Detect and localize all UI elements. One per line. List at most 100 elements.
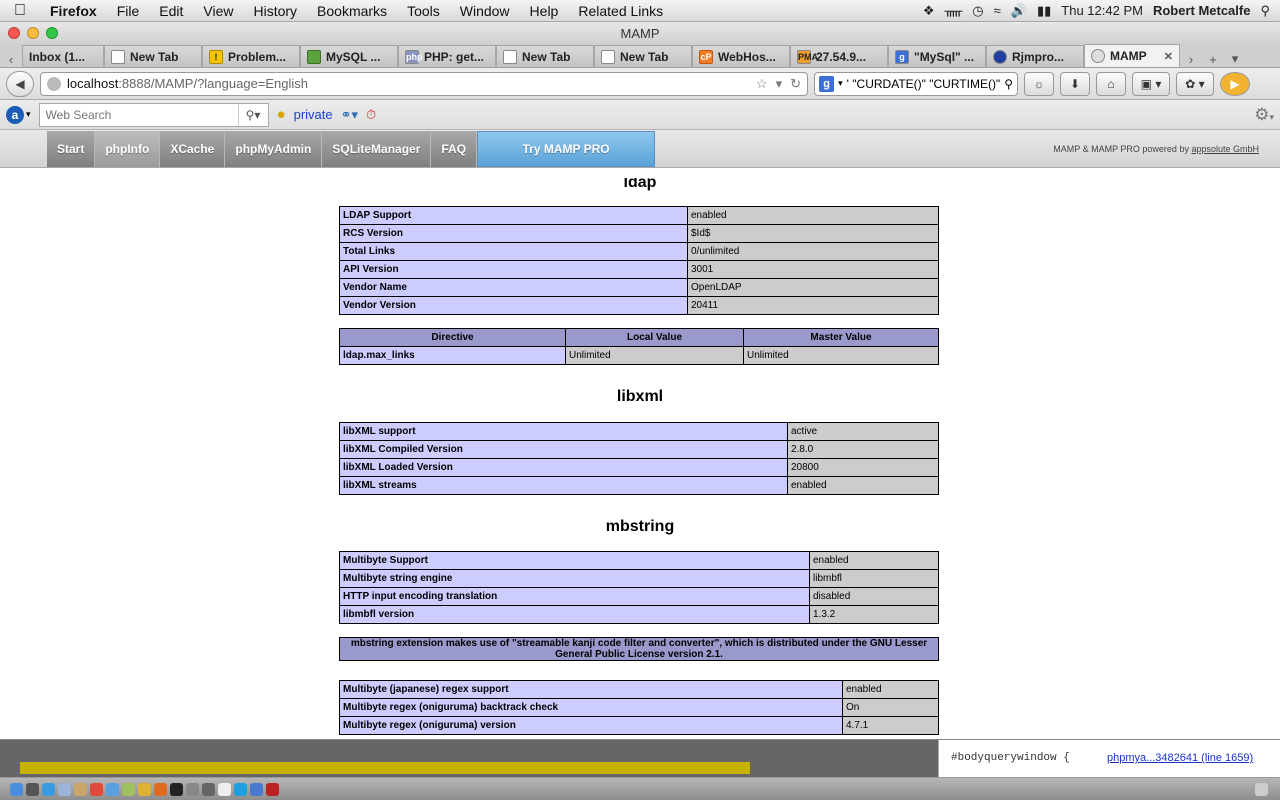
mamp-tab-faq[interactable]: FAQ	[431, 131, 478, 167]
reload-icon[interactable]: ↻	[790, 76, 801, 92]
menu-edit[interactable]: Edit	[149, 3, 193, 19]
preview-icon[interactable]	[122, 782, 135, 796]
calendar-icon[interactable]	[90, 782, 103, 796]
try-mamp-pro-button[interactable]: Try MAMP PRO	[477, 131, 656, 167]
mamp-tab-start[interactable]: Start	[47, 131, 96, 167]
mamp-tab-phpinfo[interactable]: phpInfo	[95, 131, 161, 167]
search-input[interactable]: ' "CURDATE()" "CURTIME()"	[847, 77, 1001, 91]
minimize-window-button[interactable]	[27, 27, 39, 39]
finder-icon[interactable]	[10, 782, 23, 796]
menu-tools[interactable]: Tools	[397, 3, 450, 19]
textedit-icon[interactable]	[218, 782, 231, 796]
battery-icon[interactable]: ▮▮	[1037, 3, 1051, 19]
firefox-icon[interactable]	[154, 782, 167, 796]
search-go-icon[interactable]: ⚲	[1004, 77, 1013, 91]
menu-bookmarks[interactable]: Bookmarks	[307, 3, 397, 19]
gear-icon[interactable]: ⚙▾	[1254, 105, 1274, 125]
system-preferences-icon[interactable]	[186, 782, 199, 796]
url-history-dropdown-icon[interactable]: ▾	[776, 76, 783, 92]
volume-icon[interactable]: 🔊	[1011, 3, 1027, 19]
chrome-icon[interactable]	[138, 782, 151, 796]
trash-icon[interactable]	[1255, 782, 1268, 796]
firebug-icon: ✿ ▾	[1185, 76, 1205, 91]
tab-google-search[interactable]: g "MySql" ...	[888, 45, 986, 67]
url-path: :8888/MAMP/?language=English	[118, 76, 309, 91]
appsolute-link[interactable]: appsolute GmbH	[1191, 144, 1259, 154]
bookmarks-menu-button[interactable]: ▣ ▾	[1132, 71, 1170, 96]
close-window-button[interactable]	[8, 27, 20, 39]
timer-icon[interactable]: ⏱	[366, 107, 376, 123]
search-bar[interactable]: g ▾ ' "CURDATE()" "CURTIME()" ⚲	[814, 71, 1018, 96]
zoom-window-button[interactable]	[46, 27, 58, 39]
site-identity-icon[interactable]	[47, 76, 61, 91]
safari-icon[interactable]	[42, 782, 55, 796]
tab-mysql[interactable]: MySQL ...	[300, 45, 398, 67]
spotlight-icon[interactable]: ⚲	[1260, 3, 1270, 19]
menu-app-name[interactable]: Firefox	[40, 3, 107, 19]
menu-help[interactable]: Help	[520, 3, 569, 19]
tab-phpmyadmin[interactable]: PMA 27.54.9...	[790, 45, 888, 67]
close-tab-icon[interactable]: ✕	[1164, 50, 1173, 63]
mamp-tab-phpmyadmin[interactable]: phpMyAdmin	[225, 131, 323, 167]
private-label[interactable]: private	[294, 107, 333, 122]
column-header: Local Value	[565, 328, 744, 347]
time-machine-icon[interactable]: ◷	[972, 3, 983, 19]
mail-icon[interactable]	[58, 782, 71, 796]
dropbox-icon[interactable]: ❖	[923, 3, 935, 19]
tab-php[interactable]: php PHP: get...	[398, 45, 496, 67]
bluetooth-icon[interactable]: ᚅ	[944, 3, 962, 19]
tab-list-icon[interactable]: ▾	[1224, 51, 1246, 67]
wifi-icon[interactable]: ≈	[994, 3, 1001, 18]
search-engine-dropdown-icon[interactable]: ▾	[838, 78, 843, 89]
private-globe-icon[interactable]: ●	[277, 106, 286, 123]
tab-new-tab[interactable]: New Tab	[104, 45, 202, 67]
bookmark-star-icon[interactable]: ☆	[756, 76, 768, 92]
info-key: libXML support	[339, 422, 788, 441]
menu-file[interactable]: File	[107, 3, 150, 19]
feed-button[interactable]: ▶	[1220, 71, 1250, 96]
user-name[interactable]: Robert Metcalfe	[1153, 3, 1251, 18]
apple-menu-icon[interactable]: 	[0, 2, 40, 20]
new-tab-icon[interactable]: +	[1202, 52, 1224, 67]
menu-related-links[interactable]: Related Links	[568, 3, 673, 19]
dashboard-icon[interactable]	[26, 782, 39, 796]
table-header-row: Directive Local Value Master Value	[339, 328, 939, 347]
mamp-icon[interactable]	[202, 782, 215, 796]
web-search-input[interactable]	[39, 107, 238, 122]
ask-logo-icon[interactable]: a	[6, 105, 24, 124]
tab-new-tab-3[interactable]: New Tab	[594, 45, 692, 67]
tab-inbox[interactable]: Inbox (1...	[22, 45, 104, 67]
filezilla-icon[interactable]	[266, 782, 279, 796]
css-source-link[interactable]: phpmya...3482641 (line 1659)	[1107, 752, 1253, 764]
info-key: Multibyte regex (oniguruma) version	[339, 716, 843, 735]
sync-button[interactable]: ☼	[1024, 71, 1054, 96]
tab-webhost[interactable]: cP WebHos...	[692, 45, 790, 67]
link-icon[interactable]: ⚭▾	[341, 107, 358, 123]
terminal-icon[interactable]	[170, 782, 183, 796]
tab-scroll-right-icon[interactable]: ›	[1180, 52, 1202, 67]
google-search-engine-icon[interactable]: g	[819, 75, 835, 92]
addon-button[interactable]: ✿ ▾	[1176, 71, 1214, 96]
tab-problem[interactable]: ! Problem...	[202, 45, 300, 67]
app-store-icon[interactable]	[250, 782, 263, 796]
menu-view[interactable]: View	[193, 3, 243, 19]
tab-rjmpro[interactable]: Rjmpro...	[986, 45, 1084, 67]
downloads-button[interactable]: ⬇	[1060, 71, 1090, 96]
home-button[interactable]: ⌂	[1096, 71, 1126, 96]
itunes-icon[interactable]	[106, 782, 119, 796]
mamp-tab-xcache[interactable]: XCache	[160, 131, 226, 167]
clock[interactable]: Thu 12:42 PM	[1061, 3, 1143, 18]
ask-menu-dropdown-icon[interactable]: ▾	[26, 109, 31, 120]
tab-new-tab-2[interactable]: New Tab	[496, 45, 594, 67]
web-search-box[interactable]: ⚲▾	[38, 102, 269, 127]
mamp-tab-sqlitemanager[interactable]: SQLiteManager	[322, 131, 432, 167]
url-bar[interactable]: localhost :8888/MAMP/?language=English ☆…	[40, 71, 808, 96]
back-button[interactable]: ◀	[6, 70, 34, 97]
tab-scroll-left-icon[interactable]: ‹	[0, 52, 22, 67]
contacts-icon[interactable]	[74, 782, 87, 796]
menu-window[interactable]: Window	[450, 3, 520, 19]
menu-history[interactable]: History	[243, 3, 307, 19]
tab-mamp[interactable]: MAMP ✕	[1084, 44, 1180, 67]
skype-icon[interactable]	[234, 782, 247, 796]
search-icon[interactable]: ⚲▾	[237, 103, 268, 126]
